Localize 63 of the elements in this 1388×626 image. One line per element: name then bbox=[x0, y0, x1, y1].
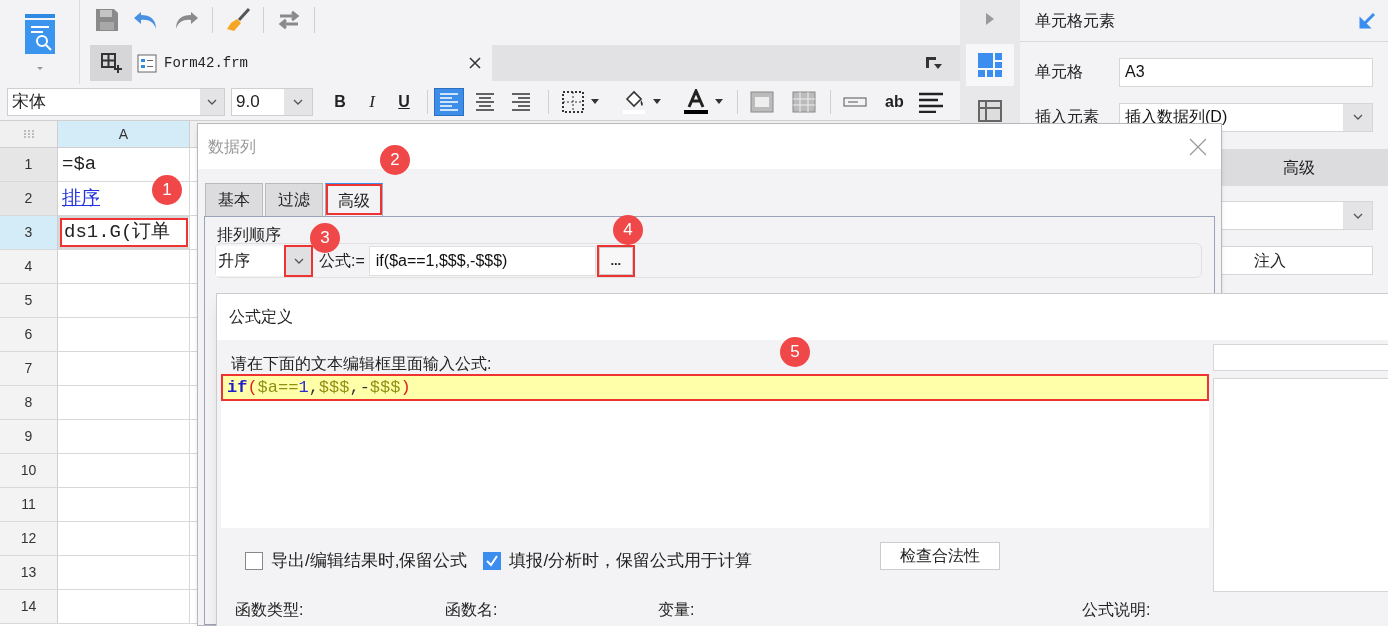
cell-layout-icon[interactable] bbox=[978, 53, 1002, 77]
form-file-icon bbox=[136, 52, 158, 74]
align-button[interactable] bbox=[434, 88, 464, 116]
search-field[interactable] bbox=[1213, 344, 1388, 371]
row-number[interactable]: 10 bbox=[0, 454, 58, 487]
file-tab[interactable]: Form42.frm bbox=[132, 45, 492, 81]
row-number[interactable]: 13 bbox=[0, 556, 58, 589]
fill-bucket-icon[interactable] bbox=[621, 89, 647, 115]
table-info-icon[interactable] bbox=[978, 100, 1002, 122]
row-number[interactable]: 11 bbox=[0, 488, 58, 521]
row-number[interactable]: 6 bbox=[0, 318, 58, 351]
prompt-text: 请在下面的文本编辑框里面输入公式: bbox=[231, 355, 492, 372]
swap-arrows-icon[interactable] bbox=[276, 9, 302, 31]
paragraph-lines-icon[interactable] bbox=[917, 91, 944, 113]
table-cell[interactable]: ds1.G(订单 bbox=[58, 216, 190, 249]
group-label: 排列顺序 bbox=[217, 226, 281, 243]
bold-button[interactable]: B bbox=[331, 90, 349, 114]
brush-icon[interactable] bbox=[225, 7, 251, 33]
column-label: 公式说明: bbox=[1082, 600, 1151, 620]
row-number[interactable]: 7 bbox=[0, 352, 58, 385]
caret-icon[interactable] bbox=[715, 99, 723, 105]
field-label: 单元格 bbox=[1035, 62, 1084, 82]
italic-button[interactable]: I bbox=[363, 89, 381, 115]
dialog-tab[interactable]: 过滤 bbox=[265, 183, 323, 216]
save-icon[interactable] bbox=[94, 7, 120, 33]
font-size-select[interactable]: 9.0 bbox=[231, 88, 313, 116]
row-number[interactable]: 8 bbox=[0, 386, 58, 419]
font-select[interactable]: 宋体 bbox=[7, 88, 225, 116]
column-header[interactable]: A bbox=[58, 121, 190, 147]
collapse-arrow-icon[interactable] bbox=[1358, 11, 1376, 30]
row-number[interactable]: 3 bbox=[0, 216, 58, 249]
panel-title: 单元格元素 bbox=[1035, 10, 1116, 31]
checkmark-icon bbox=[485, 554, 500, 568]
row-number[interactable]: 9 bbox=[0, 420, 58, 453]
row-number[interactable]: 1 bbox=[0, 148, 58, 181]
checkbox[interactable]: 导出/编辑结果时,保留公式 bbox=[245, 548, 468, 574]
dialog-tab[interactable]: 高级 bbox=[325, 183, 383, 216]
caret-icon[interactable] bbox=[653, 99, 661, 105]
column-label: 函数名: bbox=[445, 600, 499, 620]
row-number[interactable]: 4 bbox=[0, 250, 58, 283]
close-icon[interactable] bbox=[468, 56, 482, 70]
checkbox[interactable]: 填报/分析时，保留公式用于计算 bbox=[483, 548, 753, 574]
underline-button[interactable]: U bbox=[395, 90, 413, 114]
border-icon[interactable] bbox=[561, 90, 585, 114]
column-label: 变量: bbox=[658, 600, 696, 620]
expand-arrow-icon[interactable] bbox=[985, 12, 995, 26]
font-color-icon[interactable] bbox=[683, 89, 709, 115]
caret-icon[interactable] bbox=[591, 99, 599, 105]
grid-plus-icon[interactable] bbox=[100, 52, 122, 74]
label-button[interactable]: ab bbox=[885, 90, 904, 114]
validate-button[interactable]: 检查合法性 bbox=[880, 542, 1001, 570]
row-number[interactable]: 2 bbox=[0, 182, 58, 215]
row-number[interactable]: 5 bbox=[0, 284, 58, 317]
column-label: 函数类型: bbox=[235, 600, 305, 620]
row-number[interactable]: 14 bbox=[0, 590, 58, 623]
row-number[interactable]: 12 bbox=[0, 522, 58, 555]
tab-label: Form42.frm bbox=[164, 53, 249, 73]
merge-cells-icon[interactable] bbox=[750, 91, 774, 113]
cell-name-field[interactable]: A3 bbox=[1119, 57, 1373, 87]
text-field-icon[interactable] bbox=[843, 95, 867, 109]
dialog-tab[interactable]: 基本 bbox=[205, 183, 263, 216]
dialog-title: 公式定义 bbox=[229, 307, 293, 327]
table-grid-icon[interactable] bbox=[792, 91, 816, 113]
